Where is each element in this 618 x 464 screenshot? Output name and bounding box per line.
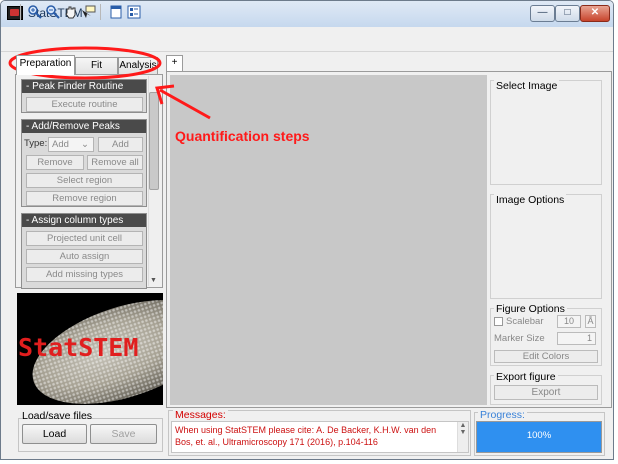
annotation-arrow xyxy=(159,88,211,120)
annotation-overlay xyxy=(8,46,211,120)
tab-preparation[interactable]: Preparation xyxy=(16,55,75,75)
annotation-text: Quantification steps xyxy=(175,128,310,144)
